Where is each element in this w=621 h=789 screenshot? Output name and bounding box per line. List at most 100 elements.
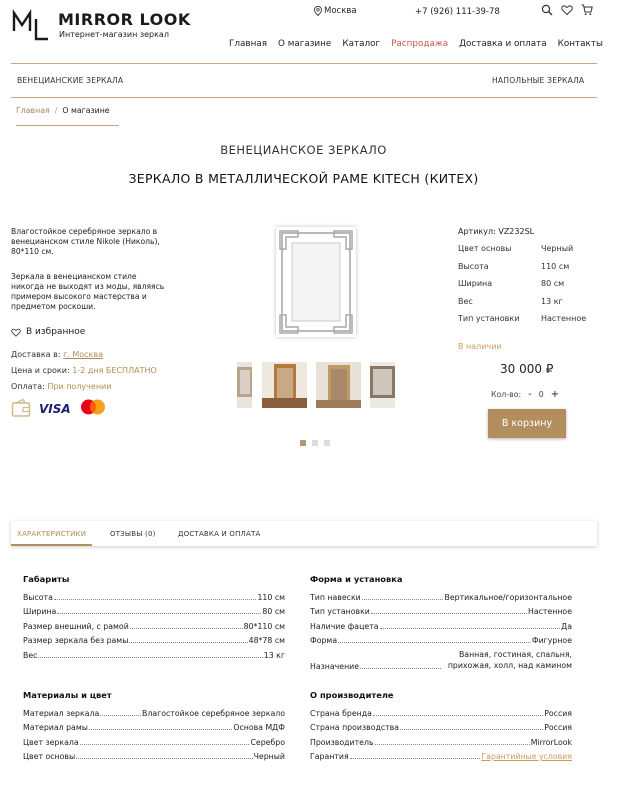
thumbnail[interactable]	[370, 362, 395, 408]
thumbnail[interactable]	[237, 362, 252, 408]
materials-table: Материал зеркала Влагостойкое серебряное …	[23, 703, 285, 762]
dot-leader	[338, 642, 531, 643]
row-key: Тип навески	[310, 592, 361, 602]
page-title: ЗЕРКАЛО В МЕТАЛЛИЧЕСКОЙ РАМЕ KITECH (КИТ…	[128, 171, 479, 186]
gallery-dot-3[interactable]	[324, 440, 330, 446]
row-value: Черный	[253, 752, 285, 761]
logo[interactable]	[12, 9, 50, 43]
row-value: 80 см	[262, 607, 285, 616]
add-to-favorites[interactable]: В избранное	[11, 327, 85, 337]
nav-sale[interactable]: Распродажа	[391, 39, 448, 49]
sku-value: VZ232SL	[498, 227, 535, 236]
delivery-city-link[interactable]: г. Москва	[63, 350, 103, 359]
svg-text:VISA: VISA	[39, 402, 71, 414]
qty-minus-button[interactable]: -	[528, 389, 532, 400]
row-key: Размер зеркала без рамы	[23, 636, 129, 645]
nav-delivery[interactable]: Доставка и оплата	[459, 39, 546, 49]
city-name: Москва	[324, 6, 357, 16]
dot-leader	[76, 758, 253, 759]
row-key: Вес	[23, 650, 38, 660]
dot-leader	[57, 613, 262, 614]
tab-delivery[interactable]: ДОСТАВКА И ОПЛАТА	[178, 530, 260, 538]
group-title-mount: Форма и установка	[310, 574, 403, 584]
delivery-label: Доставка в:	[11, 350, 61, 359]
thumbnail[interactable]	[262, 362, 307, 408]
gallery-dot-2[interactable]	[312, 440, 318, 446]
dot-leader	[129, 627, 243, 629]
spec-value: 80 см	[541, 279, 565, 288]
nav-contacts[interactable]: Контакты	[558, 39, 603, 49]
subnav-venetian[interactable]: ВЕНЕЦИАНСКИЕ ЗЕРКАЛА	[17, 76, 123, 85]
spec-key: Вес	[458, 296, 473, 306]
nav-home[interactable]: Главная	[229, 39, 267, 49]
table-row: Вес 13 кг	[23, 645, 285, 660]
tab-characteristics[interactable]: ХАРАКТЕРИСТИКИ	[17, 530, 86, 538]
qty-plus-button[interactable]: +	[551, 389, 559, 400]
city-selector[interactable]: Москва	[314, 6, 357, 16]
row-value: Серебро	[250, 737, 285, 747]
row-key: Наличие фацета	[310, 621, 379, 631]
table-row: Тип установки Настенное	[310, 602, 572, 616]
heart-icon[interactable]	[561, 4, 573, 16]
dot-leader	[360, 668, 441, 669]
search-icon[interactable]	[541, 4, 553, 16]
breadcrumb: Главная / О магазине	[16, 106, 110, 115]
breadcrumb-home[interactable]: Главная	[16, 106, 50, 115]
sku-label: Артикул:	[458, 227, 496, 236]
spec-key: Высота	[458, 261, 489, 271]
cart-icon[interactable]	[581, 4, 593, 16]
row-value: Ванная, гостиная, спальня, прихожая, хол…	[447, 650, 572, 670]
quick-specs: Цвет основы Черный Высота 110 см Ширина 80 …	[458, 244, 598, 332]
brand-name[interactable]: MIRROR LOOK	[58, 10, 191, 29]
table-row: Назначение Ванная, гостиная, спальня, при…	[310, 645, 572, 671]
dimensions-table: Высота 110 см Ширина 80 см Размер внешний,…	[23, 587, 285, 660]
spec-row: Вес 13 кг	[458, 297, 598, 315]
dot-leader	[370, 613, 527, 614]
main-nav: Главная О магазине Каталог Распродажа До…	[229, 39, 603, 49]
table-row: Страна производства Россия	[310, 718, 572, 732]
row-key: Форма	[310, 636, 338, 645]
row-key: Высота	[23, 592, 53, 602]
table-row: Тип навески Вертикальное/горизонтальное	[310, 587, 572, 602]
product-category: ВЕНЕЦИАНСКОЕ ЗЕРКАЛО	[220, 143, 387, 157]
spec-value: Черный	[541, 244, 574, 253]
spec-key: Тип установки	[458, 314, 520, 323]
dot-leader	[379, 627, 561, 629]
tab-reviews[interactable]: ОТЗЫВЫ (0)	[110, 530, 156, 538]
active-tab-indicator	[11, 544, 92, 546]
quantity-stepper: Кол-во: - 0 +	[491, 389, 559, 400]
group-title-materials: Материалы и цвет	[23, 690, 112, 700]
breadcrumb-current: О магазине	[62, 106, 110, 115]
location-pin-icon	[314, 6, 322, 16]
payment-methods: VISA	[11, 398, 107, 418]
row-value: Вертикальное/горизонтальное	[444, 592, 572, 602]
gallery-dot-1[interactable]	[300, 440, 306, 446]
row-key: Назначение	[310, 662, 360, 671]
thumbnail[interactable]	[316, 362, 361, 408]
payment-label: Оплата:	[11, 382, 45, 391]
table-row: Цвет основы Черный	[23, 747, 285, 761]
table-row: Размер зеркала без рамы 48*78 см	[23, 631, 285, 645]
phone-link[interactable]: +7 (926) 111-39-78	[415, 7, 500, 17]
warranty-link[interactable]: Гарантийные условия	[481, 752, 572, 761]
row-value: MirrorLook	[530, 737, 572, 747]
nav-about[interactable]: О магазине	[278, 39, 331, 49]
payment-value: При получении	[47, 382, 112, 391]
subnav-floor[interactable]: НАПОЛЬНЫЕ ЗЕРКАЛА	[492, 76, 584, 85]
row-key: Ширина	[23, 607, 57, 616]
dot-leader	[372, 714, 544, 716]
gallery-pagination	[300, 440, 330, 446]
row-key: Тип установки	[310, 607, 370, 616]
spec-value: 13 кг	[541, 296, 563, 306]
table-row: Наличие фацета Да	[310, 616, 572, 631]
nav-catalog[interactable]: Каталог	[342, 39, 380, 49]
row-value: Россия	[544, 708, 572, 718]
row-value: 48*78 см	[248, 636, 285, 645]
row-value: Да	[561, 621, 572, 631]
wallet-icon	[11, 398, 31, 417]
product-main-image[interactable]	[276, 227, 356, 337]
qty-value[interactable]: 0	[539, 390, 544, 399]
table-row: Размер внешний, с рамой 80*110 см	[23, 616, 285, 631]
add-to-cart-button[interactable]: В корзину	[488, 409, 566, 438]
row-value: Россия	[544, 723, 572, 732]
